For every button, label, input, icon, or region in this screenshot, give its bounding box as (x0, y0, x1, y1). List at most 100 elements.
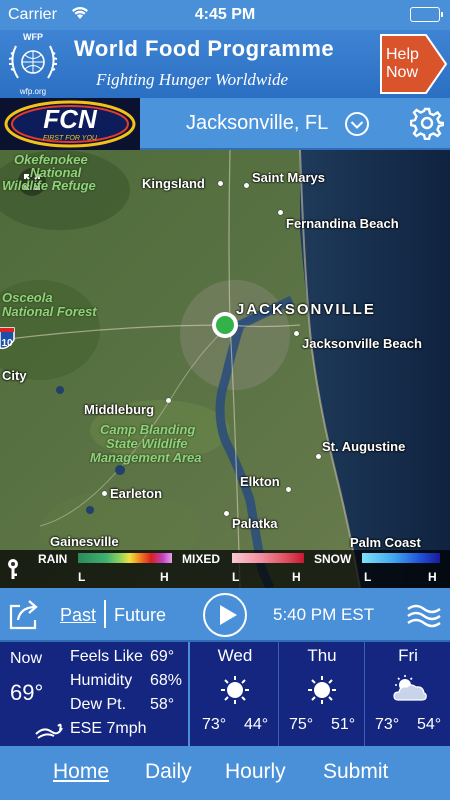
day-name: Fri (398, 646, 418, 665)
help-now-button[interactable]: Help Now (380, 34, 448, 94)
wind-value: ESE 7mph (70, 720, 147, 737)
map-label-fernandina-beach: Fernandina Beach (286, 216, 399, 231)
wfp-url: wfp.org (19, 87, 47, 96)
legend-rain-high: H (160, 570, 169, 584)
map-label-management-area: Management Area (90, 450, 202, 465)
map-label-state-wildlife: State Wildlife (106, 436, 188, 451)
city-dot (166, 398, 171, 403)
ad-banner[interactable]: WFP wfp.org World Food Programme Fightin… (0, 30, 450, 98)
wfp-logo: WFP wfp.org (6, 32, 60, 96)
map-label-city: City (2, 368, 27, 383)
status-bar: Carrier 4:45 PM (0, 0, 450, 30)
map-label-middleburg: Middleburg (84, 402, 155, 417)
map-label-st-augustine: St. Augustine (322, 439, 406, 454)
map-label-elkton: Elkton (240, 474, 280, 489)
forecast-day-thu[interactable]: Thu 75° 51° (278, 642, 364, 746)
fcn-tagline: FIRST FOR YOU (43, 135, 98, 142)
legend-mixed-low: L (232, 570, 240, 584)
current-temp: 69° (10, 680, 44, 705)
mixed-scale (232, 553, 304, 563)
day-low: 54° (417, 716, 442, 733)
location-bar: FCN FIRST FOR YOU Jacksonville, FL (0, 98, 450, 150)
humidity-label: Humidity (70, 672, 133, 689)
day-high: 75° (289, 716, 314, 733)
fcn-logo: FCN FIRST FOR YOU (0, 98, 140, 150)
city-dot (286, 487, 291, 492)
city-dot (224, 511, 229, 516)
ad-subtitle: Fighting Hunger Worldwide (96, 70, 289, 89)
forecast-day-wed[interactable]: Wed 73° 44° (192, 642, 278, 746)
now-label: Now (10, 650, 43, 667)
day-name: Wed (217, 646, 253, 665)
dew-point-value: 58° (150, 696, 175, 713)
nav-daily[interactable]: Daily (145, 760, 192, 784)
sun-icon (219, 674, 251, 711)
legend-rain-low: L (78, 570, 86, 584)
gear-icon[interactable] (409, 106, 445, 145)
forecast-day-fri[interactable]: Fri 73° 54° (364, 642, 450, 746)
sun-icon (306, 674, 338, 711)
weather-app: Carrier 4:45 PM WFP wfp.org World Food P… (0, 0, 450, 800)
wind-icon (34, 720, 64, 745)
map-label-earleton: Earleton (110, 486, 163, 501)
map-label-kingsland: Kingsland (142, 176, 205, 191)
ad-title: World Food Programme (74, 36, 335, 61)
city-dot (244, 183, 249, 188)
map-label-palm-coast: Palm Coast (350, 535, 421, 550)
tab-future[interactable]: Future (114, 605, 166, 626)
current-conditions: Now 69° Feels Like 69° Humidity 68% Dew … (0, 642, 190, 746)
legend-rain-label: RAIN (38, 552, 68, 566)
current-location-marker[interactable] (212, 312, 238, 338)
humidity-value: 68% (150, 672, 183, 689)
play-button[interactable] (203, 593, 247, 637)
legend-mixed-high: H (292, 570, 301, 584)
clock: 4:45 PM (194, 6, 256, 23)
map-label-national-forest: National Forest (2, 304, 97, 319)
map-label-gainesville: Gainesville (50, 534, 119, 549)
city-dot (294, 331, 299, 336)
snow-scale (362, 553, 440, 563)
map-label-jacksonville: JACKSONVILLE (236, 301, 376, 318)
city-dot (278, 210, 283, 215)
wfp-logo-text: WFP (23, 32, 43, 42)
map-label-saint-marys: Saint Marys (252, 170, 325, 185)
forecast-panel: Now 69° Feels Like 69° Humidity 68% Dew … (0, 642, 450, 746)
location-name[interactable]: Jacksonville, FL (186, 112, 328, 135)
map-label-jacksonville-beach: Jacksonville Beach (302, 336, 422, 351)
share-icon[interactable] (8, 598, 42, 635)
city-dot (218, 181, 223, 186)
day-low: 44° (244, 716, 269, 733)
interstate-label: 10 (1, 338, 13, 349)
rain-scale (78, 553, 172, 563)
nav-home[interactable]: Home (53, 760, 109, 784)
feels-like-label: Feels Like (70, 648, 143, 665)
partly-cloudy-icon (392, 674, 428, 711)
precipitation-legend: RAIN L H MIXED L H SNOW L H (0, 550, 450, 588)
legend-snow-label: SNOW (314, 552, 352, 566)
wreath-icon (8, 45, 58, 79)
battery-icon (410, 7, 443, 22)
map-label-wildlife-refuge: Wildlife Refuge (2, 178, 96, 193)
city-dot (316, 454, 321, 459)
help-now-line2: Now (386, 64, 419, 81)
day-high: 73° (202, 716, 227, 733)
play-icon (220, 605, 237, 625)
bottom-nav: Home Daily Hourly Submit (0, 746, 450, 800)
map-label-palatka: Palatka (232, 516, 278, 531)
city-dot (102, 491, 107, 496)
dew-point-label: Dew Pt. (70, 696, 127, 713)
playback-bar: Past Future 5:40 PM EST (0, 588, 450, 642)
day-low: 51° (331, 716, 356, 733)
map-label-camp-blanding: Camp Blanding (100, 422, 196, 437)
playback-time: 5:40 PM EST (273, 605, 375, 624)
nav-hourly[interactable]: Hourly (225, 760, 286, 784)
nav-submit[interactable]: Submit (323, 760, 388, 784)
fcn-logo-text: FCN (43, 104, 98, 134)
tab-past[interactable]: Past (60, 605, 96, 626)
radar-map[interactable]: 10 Okefenokee National Wildlife Refuge K… (0, 150, 450, 588)
map-label-osceola: Osceola (2, 290, 53, 305)
layers-icon[interactable] (406, 600, 442, 635)
legend-mixed-label: MIXED (182, 552, 221, 566)
day-high: 73° (375, 716, 400, 733)
chevron-down-icon[interactable] (344, 111, 370, 142)
